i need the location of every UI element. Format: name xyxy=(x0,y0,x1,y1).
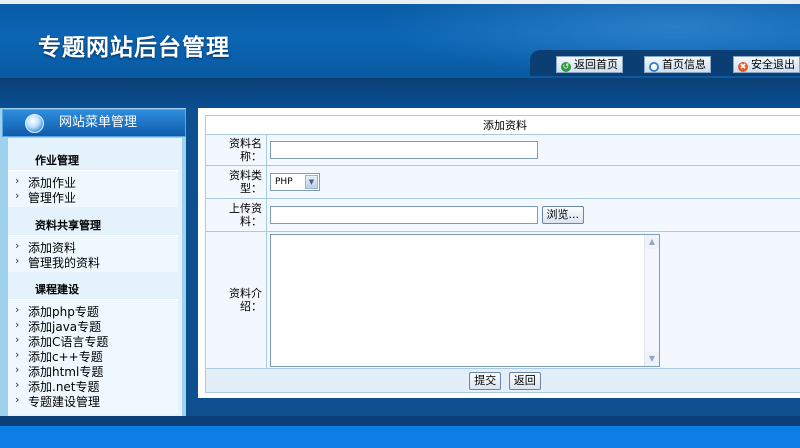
section-homework: 添加作业 管理作业 xyxy=(8,170,178,207)
back-icon: ↺ xyxy=(561,62,571,72)
globe-icon xyxy=(25,114,44,133)
submit-button[interactable]: 提交 xyxy=(469,371,502,390)
home-back-label: 返回首页 xyxy=(574,58,618,71)
chevron-down-icon: ▼ xyxy=(305,175,318,189)
section-resources: 添加资料 管理我的资料 xyxy=(8,235,178,272)
top-nav: ↺ 返回首页 ● 首页信息 ✖ 安全退出 xyxy=(530,50,800,76)
sidebar: 网站菜单管理 作业管理 添加作业 管理作业 资料共享管理 添加资料 管理我的资料… xyxy=(0,108,186,416)
upload-path-input[interactable] xyxy=(270,206,538,224)
intro-textarea[interactable]: ▲ ▼ xyxy=(270,233,660,367)
sidebar-title: 网站菜单管理 xyxy=(59,115,138,130)
resource-name-label: 资料名 称： xyxy=(205,134,267,166)
browse-button[interactable]: 浏览... xyxy=(541,206,584,224)
header-band xyxy=(0,78,800,108)
sidebar-header: 网站菜单管理 xyxy=(2,109,186,137)
home-back-button[interactable]: ↺ 返回首页 xyxy=(556,56,623,73)
menu-manage-homework[interactable]: 管理作业 xyxy=(15,189,76,206)
resource-type-value: PHP xyxy=(275,177,293,187)
textarea-scrollbar[interactable]: ▲ ▼ xyxy=(644,234,659,366)
resource-name-input[interactable] xyxy=(270,141,538,159)
section-courses: 添加php专题 添加java专题 添加C语言专题 添加c++专题 添加html专… xyxy=(8,299,178,414)
menu-panel: 作业管理 添加作业 管理作业 资料共享管理 添加资料 管理我的资料 课程建设 添… xyxy=(8,138,182,416)
upload-label: 上传资 料： xyxy=(205,198,267,232)
info-icon: ● xyxy=(649,62,659,72)
logout-button[interactable]: ✖ 安全退出 xyxy=(733,56,800,73)
resource-type-select[interactable]: PHP ▼ xyxy=(270,173,320,191)
section-title-resources: 资料共享管理 xyxy=(35,219,101,232)
home-info-label: 首页信息 xyxy=(662,58,706,71)
intro-label: 资料介 绍： xyxy=(205,231,267,369)
resource-type-label: 资料类 型： xyxy=(205,165,267,199)
form-actions: 提交 返回 xyxy=(205,368,800,393)
footer xyxy=(0,426,800,448)
content-area: 添加资料 资料名 称： 资料类 型： PHP ▼ 上传资 料： 浏览... 资料介 绍： xyxy=(198,108,800,398)
section-title-courses: 课程建设 xyxy=(35,283,79,296)
footer-band xyxy=(0,416,800,426)
site-title: 专题网站后台管理 xyxy=(38,35,230,61)
menu-manage-topics[interactable]: 专题建设管理 xyxy=(15,393,100,410)
add-resource-form: 添加资料 资料名 称： 资料类 型： PHP ▼ 上传资 料： 浏览... 资料介 绍： xyxy=(205,115,800,393)
scroll-up-icon[interactable]: ▲ xyxy=(645,234,659,249)
section-title-homework: 作业管理 xyxy=(35,154,79,167)
home-info-button[interactable]: ● 首页信息 xyxy=(644,56,711,73)
form-title: 添加资料 xyxy=(205,115,800,135)
menu-manage-resources[interactable]: 管理我的资料 xyxy=(15,254,100,271)
back-button[interactable]: 返回 xyxy=(508,371,541,390)
close-icon: ✖ xyxy=(738,62,748,72)
logout-label: 安全退出 xyxy=(751,58,795,71)
scroll-down-icon[interactable]: ▼ xyxy=(645,351,659,366)
